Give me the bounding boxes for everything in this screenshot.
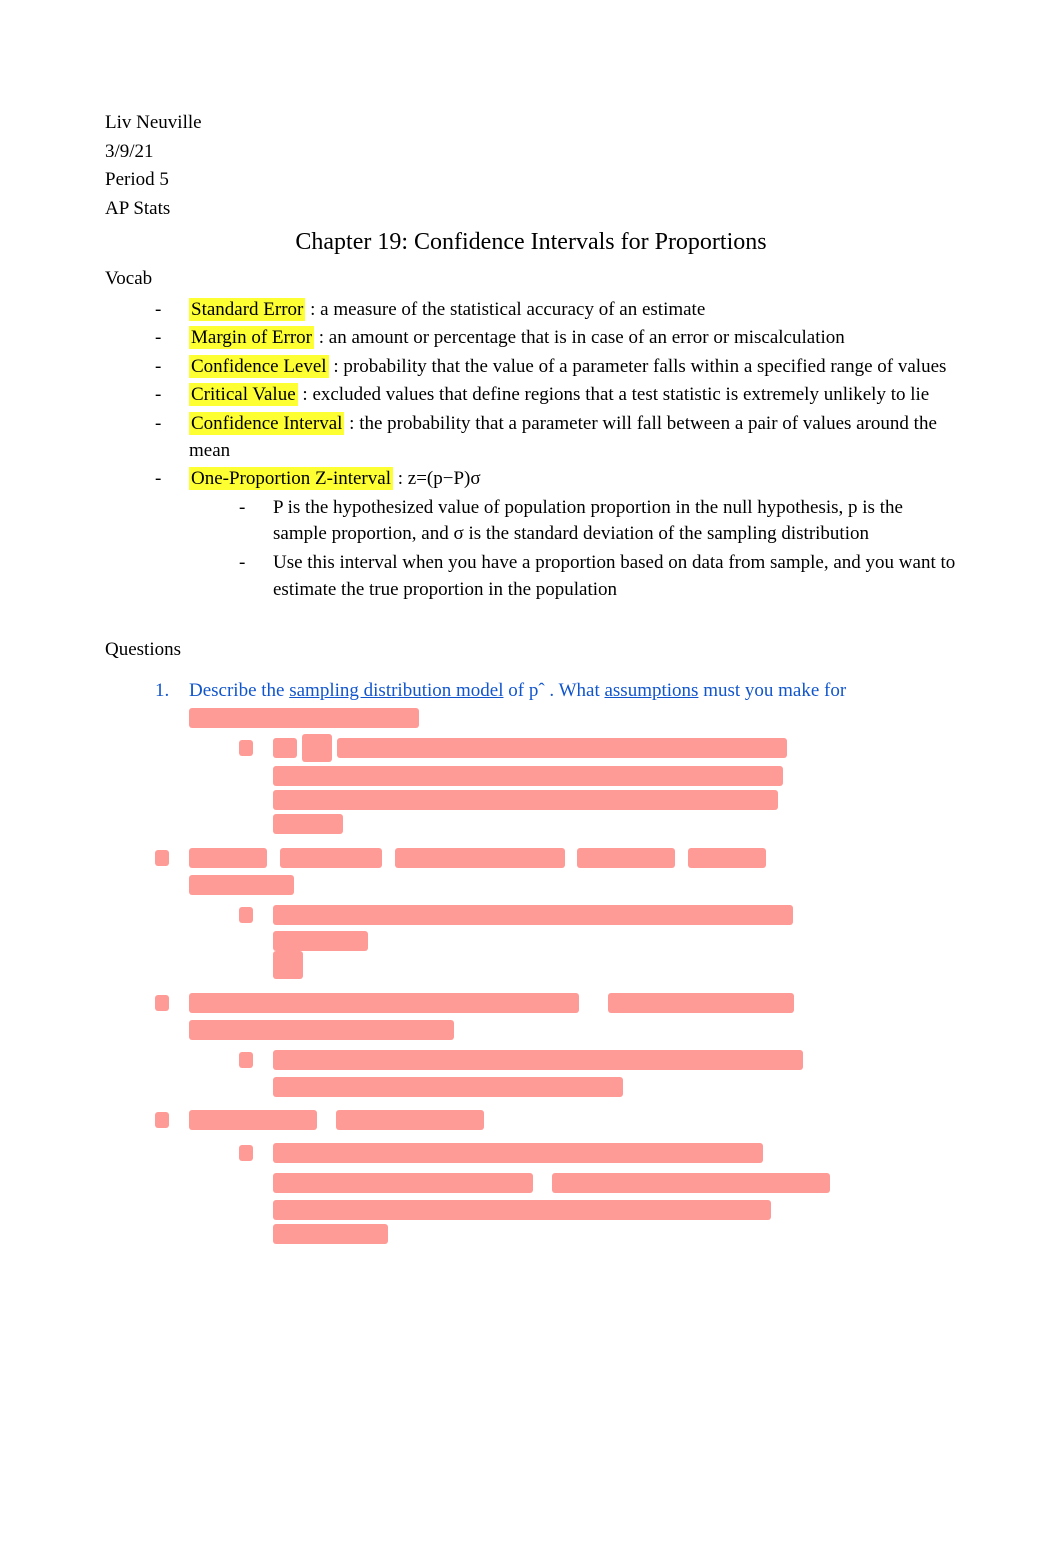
answer-item: [239, 1046, 957, 1097]
question-number: [155, 989, 169, 1016]
vocab-sub-item: P is the hypothesized value of populatio…: [239, 495, 957, 548]
question-item: [155, 1107, 957, 1245]
redacted-text: [189, 848, 267, 868]
redacted-formula: [302, 734, 332, 762]
redacted-text: [336, 1110, 484, 1130]
vocab-sep: :: [344, 413, 359, 434]
redacted-text: [577, 848, 675, 868]
redacted-text: [273, 738, 297, 758]
vocab-sep: :: [329, 356, 344, 377]
redacted-text: [189, 708, 419, 728]
course-name: AP Stats: [105, 196, 957, 223]
vocab-sub-item: Use this interval when you have a propor…: [239, 550, 957, 603]
redacted-text: [273, 1173, 533, 1193]
vocab-definition: probability that the value of a paramete…: [343, 356, 946, 377]
redacted-text: [273, 766, 783, 786]
question-item: [155, 989, 957, 1096]
vocab-item: One-Proportion Z-interval : z=(p−P)σ P i…: [155, 466, 957, 603]
vocab-term: One-Proportion Z-interval: [189, 467, 393, 490]
vocab-term: Critical Value: [189, 383, 298, 406]
redacted-text: [273, 790, 778, 810]
answer-item: [239, 901, 957, 980]
answer-list: [189, 901, 957, 980]
answer-list: [189, 734, 957, 834]
answer-item: [239, 1139, 957, 1244]
redacted-text: [273, 1050, 803, 1070]
student-name: Liv Neuville: [105, 110, 957, 137]
vocab-item: Confidence Interval : the probability th…: [155, 411, 957, 464]
question-number: 1.: [155, 678, 169, 705]
vocab-definition: z=(p−P)σ: [408, 468, 481, 489]
answer-list: [189, 1046, 957, 1097]
redacted-text: [273, 1077, 623, 1097]
redacted-text: [273, 1224, 388, 1244]
question-number: [155, 844, 169, 871]
document-date: 3/9/21: [105, 139, 957, 166]
redacted-text: [273, 1200, 771, 1220]
vocab-definition: excluded values that define regions that…: [312, 384, 929, 405]
redacted-text: [552, 1173, 830, 1193]
redacted-formula: [273, 951, 303, 979]
question-number: [155, 1107, 169, 1134]
vocab-term: Confidence Interval: [189, 412, 344, 435]
vocab-sep: :: [393, 468, 408, 489]
questions-list: 1. Describe the sampling distribution mo…: [105, 678, 957, 1245]
redacted-marker: [239, 740, 253, 756]
vocab-definition: an amount or percentage that is in case …: [329, 327, 845, 348]
vocab-term: Standard Error: [189, 298, 305, 321]
redacted-marker: [239, 1052, 253, 1068]
redacted-text: [189, 993, 579, 1013]
redacted-text: [688, 848, 766, 868]
redacted-marker: [239, 1145, 253, 1161]
vocab-sub-list: P is the hypothesized value of populatio…: [189, 495, 957, 603]
redacted-text: [280, 848, 382, 868]
redacted-text: [189, 875, 294, 895]
vocab-heading: Vocab: [105, 266, 957, 293]
redacted-text: [273, 1143, 763, 1163]
vocab-sep: :: [298, 384, 313, 405]
vocab-definition: a measure of the statistical accuracy of…: [320, 299, 705, 320]
answer-list: [189, 1139, 957, 1244]
redacted-text: [189, 1020, 454, 1040]
redacted-row: [273, 1170, 957, 1197]
redacted-text: [273, 931, 368, 951]
redacted-marker: [239, 907, 253, 923]
vocab-item: Margin of Error : an amount or percentag…: [155, 325, 957, 352]
question-item: 1. Describe the sampling distribution mo…: [155, 678, 957, 835]
redacted-text: [273, 814, 343, 834]
redacted-text: [395, 848, 565, 868]
redacted-text: [273, 905, 793, 925]
redacted-text: [337, 738, 787, 758]
class-period: Period 5: [105, 167, 957, 194]
vocab-item: Critical Value : excluded values that de…: [155, 382, 957, 409]
vocab-item: Standard Error : a measure of the statis…: [155, 297, 957, 324]
chapter-title: Chapter 19: Confidence Intervals for Pro…: [105, 226, 957, 260]
vocab-sep: :: [314, 327, 329, 348]
answer-item: [239, 734, 957, 834]
vocab-item: Confidence Level : probability that the …: [155, 354, 957, 381]
vocab-sep: :: [305, 299, 320, 320]
vocab-term: Confidence Level: [189, 355, 329, 378]
redacted-text: [189, 1110, 317, 1130]
redacted-text: [608, 993, 794, 1013]
question-item: [155, 844, 957, 979]
vocab-list: Standard Error : a measure of the statis…: [105, 297, 957, 604]
questions-heading: Questions: [105, 637, 957, 664]
question-prompt: Describe the sampling distribution model…: [189, 680, 846, 701]
vocab-term: Margin of Error: [189, 326, 314, 349]
